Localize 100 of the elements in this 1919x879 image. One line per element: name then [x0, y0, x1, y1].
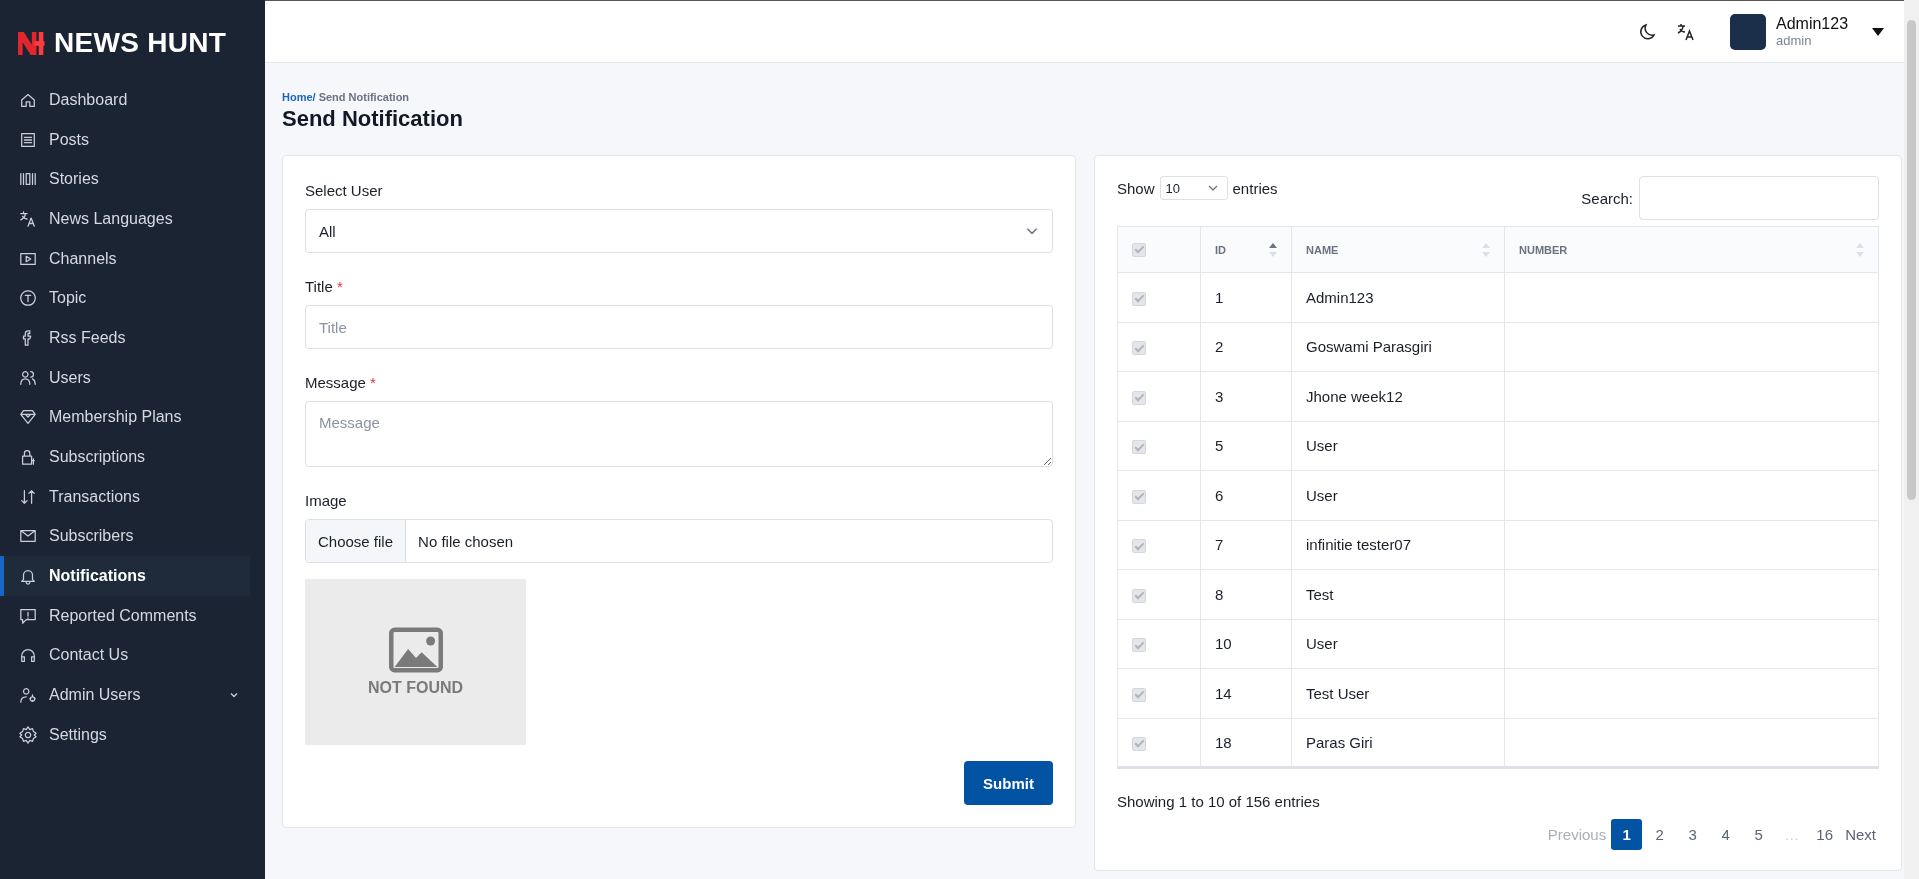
table-cell: User — [1306, 486, 1338, 504]
title-input[interactable]: Title — [305, 305, 1053, 349]
table-cell: 3 — [1215, 387, 1224, 405]
users-icon — [19, 368, 37, 387]
bell-icon — [19, 567, 37, 586]
table-cell: 8 — [1215, 585, 1224, 603]
gear-icon — [19, 725, 37, 744]
checkbox[interactable] — [1132, 736, 1146, 751]
sidebar-item[interactable]: Subscribers — [0, 516, 250, 557]
table-cell: Jhone week12 — [1306, 387, 1403, 405]
checkbox[interactable] — [1132, 341, 1146, 356]
sidebar-item[interactable]: Users — [0, 357, 250, 398]
table-cell: Test — [1306, 585, 1334, 603]
ellipsis: … — [1783, 825, 1801, 845]
sidebar-item[interactable]: Reported Comments — [0, 595, 250, 636]
column-header[interactable]: ID — [1215, 243, 1226, 256]
column-header[interactable]: NUMBER — [1519, 243, 1568, 256]
page-button[interactable]: 3 — [1677, 819, 1709, 850]
table-cell: Admin123 — [1306, 288, 1374, 306]
page-title: Send Notification — [282, 106, 464, 132]
sidebar-item[interactable]: Topic — [0, 278, 250, 319]
page-button[interactable]: 16 — [1809, 819, 1841, 850]
diamond-icon — [19, 408, 37, 427]
search-label: Search: — [1581, 189, 1633, 207]
next-link[interactable]: Next — [1842, 826, 1879, 843]
table-cell: Paras Giri — [1306, 733, 1373, 751]
user-role: admin — [1776, 33, 1813, 48]
comment-icon — [19, 606, 37, 625]
file-input[interactable]: Choose file No file chosen — [305, 519, 1053, 563]
user-select[interactable]: All — [305, 209, 1053, 253]
checkbox[interactable] — [1132, 390, 1146, 405]
image-icon — [388, 627, 443, 673]
field-label: Title * — [305, 278, 344, 295]
sidebar-item[interactable]: Membership Plans — [0, 397, 250, 438]
sidebar-item[interactable]: Rss Feeds — [0, 318, 250, 358]
lock-icon — [19, 448, 37, 467]
table-cell: Goswami Parasgiri — [1306, 338, 1432, 356]
sidebar-item[interactable]: Transactions — [0, 476, 250, 517]
sidebar-item[interactable]: Dashboard — [0, 80, 250, 120]
page-button[interactable]: 2 — [1644, 819, 1676, 850]
table-cell: 1 — [1215, 288, 1224, 306]
checkbox[interactable] — [1132, 440, 1146, 455]
table-info: Showing 1 to 10 of 156 entries — [1117, 793, 1321, 810]
submit-button[interactable]: Submit — [964, 761, 1053, 805]
scrollbar[interactable] — [1904, 0, 1919, 879]
search-field[interactable] — [1639, 176, 1879, 220]
table-cell: Test User — [1306, 684, 1370, 702]
breadcrumb-link[interactable]: Home/ — [282, 91, 316, 103]
sidebar-item[interactable]: Contact Us — [0, 635, 250, 676]
checkbox[interactable] — [1132, 588, 1146, 603]
headphones-icon — [19, 646, 37, 665]
checkbox[interactable] — [1132, 539, 1146, 554]
checkbox[interactable] — [1132, 291, 1146, 306]
sidebar-item[interactable]: Channels — [0, 238, 250, 279]
sidebar-item[interactable]: Admin Users — [0, 675, 250, 715]
sidebar-item[interactable]: Stories — [0, 159, 250, 200]
page-button[interactable]: 1 — [1611, 819, 1643, 850]
checkbox[interactable] — [1132, 687, 1146, 702]
table-cell: 14 — [1215, 684, 1232, 702]
arrows-icon — [19, 487, 37, 506]
table-cell: 5 — [1215, 437, 1224, 455]
not-found-text: NOT FOUND — [367, 679, 464, 697]
moon-icon[interactable] — [1638, 21, 1658, 42]
table-cell: User — [1306, 635, 1338, 653]
page-size-select[interactable]: 10 — [1159, 176, 1228, 200]
table-cell: 2 — [1215, 338, 1224, 356]
page-button[interactable]: 5 — [1743, 819, 1775, 850]
sidebar-item[interactable]: Posts — [0, 119, 250, 160]
table-cell: 6 — [1215, 486, 1224, 504]
checkbox[interactable] — [1132, 242, 1146, 257]
show-label: Show — [1117, 179, 1155, 197]
message-input[interactable]: Message — [305, 401, 1053, 467]
table-cell: 7 — [1215, 536, 1224, 554]
entries-label: entries — [1232, 179, 1278, 197]
column-header[interactable]: NAME — [1306, 243, 1339, 256]
checkbox[interactable] — [1132, 489, 1146, 504]
list-icon — [19, 130, 37, 149]
table-cell: 10 — [1215, 635, 1232, 653]
sidebar-item[interactable]: Subscriptions — [0, 437, 250, 477]
sidebar-item[interactable]: Settings — [0, 715, 250, 755]
table-cell: infinitie tester07 — [1306, 536, 1412, 554]
brand-name: NEWS HUNT — [54, 27, 227, 59]
field-label: Image — [305, 492, 348, 509]
breadcrumb-current: Send Notification — [318, 91, 410, 103]
user-name: Admin123 — [1776, 15, 1850, 33]
field-label: Message * — [305, 374, 377, 391]
logo-mark-icon — [18, 31, 48, 55]
avatar-image[interactable] — [1730, 13, 1766, 50]
table-cell: 18 — [1215, 733, 1232, 751]
translate-icon — [19, 209, 37, 228]
page-button[interactable]: 4 — [1710, 819, 1742, 850]
topic-icon — [19, 289, 37, 308]
sort-icon[interactable] — [1269, 242, 1277, 257]
caret-icon[interactable] — [1872, 27, 1884, 36]
user-gear-icon — [19, 686, 37, 705]
field-label: Select User — [305, 182, 384, 199]
sidebar-item[interactable]: News Languages — [0, 199, 250, 239]
checkbox[interactable] — [1132, 638, 1146, 653]
sidebar-item[interactable]: Notifications — [0, 556, 250, 596]
translate-icon[interactable] — [1676, 21, 1696, 42]
